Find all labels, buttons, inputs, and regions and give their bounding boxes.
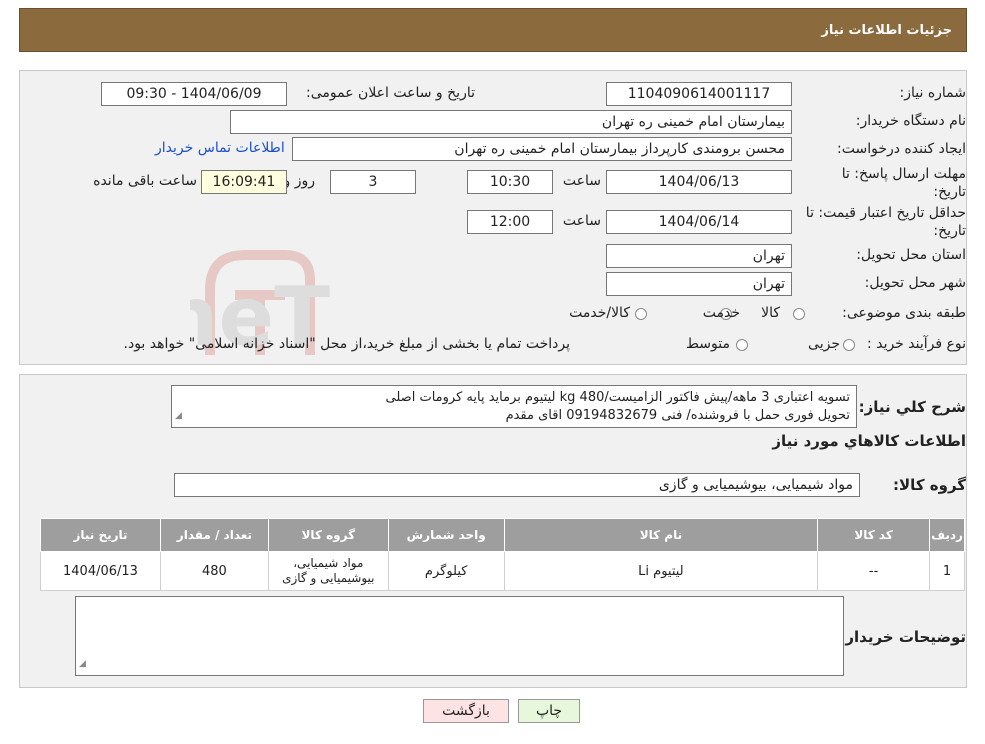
need-number-label: شماره نیاز: (899, 85, 967, 101)
table-header-row: ردیف کد کالا نام کالا واحد شمارش گروه کا… (40, 518, 965, 552)
announce-field: 1404/06/09 - 09:30 (101, 82, 287, 106)
buyer-contact-link[interactable]: اطلاعات تماس خریدار (155, 140, 285, 156)
cell-code: -- (817, 551, 931, 591)
cell-row-num: 1 (929, 551, 965, 591)
city-field: تهران (606, 272, 792, 296)
table-row: 1 -- لیتیوم Li کیلوگرم مواد شیمیایی، بیو… (40, 551, 965, 591)
goods-table: ردیف کد کالا نام کالا واحد شمارش گروه کا… (40, 518, 965, 591)
cell-qty: 480 (159, 551, 269, 591)
col-header-name: نام کالا (503, 518, 819, 552)
deadline-time-label: ساعت (562, 173, 601, 189)
province-label: استان محل تحویل: (856, 247, 966, 263)
process-radio-medium[interactable] (736, 339, 748, 351)
col-header-unit: واحد شمارش (387, 518, 505, 552)
goods-group-field: مواد شیمیایی، بیوشیمیایی و گازی (174, 473, 860, 497)
process-option-minor: جزیی (808, 336, 840, 352)
process-radio-minor[interactable] (843, 339, 855, 351)
back-button[interactable]: بازگشت (423, 699, 509, 723)
deadline-label-2: تاریخ: (933, 184, 966, 200)
category-radio-goods-service[interactable] (635, 308, 647, 320)
days-label: روز و (283, 173, 316, 189)
buyer-notes-label: توضیحات خریدار: (839, 628, 966, 646)
announce-label: تاریخ و ساعت اعلان عمومی: (306, 85, 475, 101)
deadline-label: مهلت ارسال پاسخ: تا (841, 166, 966, 182)
buyer-org-field: بیمارستان امام خمینی ره تهران (230, 110, 792, 134)
col-header-row-num: ردیف (929, 518, 965, 552)
category-option-goods: کالا (761, 305, 780, 321)
process-label: نوع فرآیند خرید : (867, 336, 966, 352)
province-field: تهران (606, 244, 792, 268)
print-button[interactable]: چاپ (518, 699, 580, 723)
col-header-date: تاریخ نیاز (40, 518, 161, 552)
creator-label: ایجاد کننده درخواست: (837, 141, 966, 157)
validity-time-field: 12:00 (467, 210, 553, 234)
cell-name: لیتیوم Li (503, 551, 819, 591)
creator-field: محسن برومندی کارپرداز بیمارستان امام خمی… (292, 137, 792, 161)
validity-label: حداقل تاریخ اعتبار قیمت: تا (805, 205, 966, 221)
col-header-code: کد کالا (817, 518, 931, 552)
validity-time-label: ساعت (562, 213, 601, 229)
validity-date-field: 1404/06/14 (606, 210, 792, 234)
validity-label-2: تاریخ: (933, 223, 966, 239)
description-line-2: تحویل فوری حمل با فروشنده/ فنی 091948326… (505, 408, 850, 423)
col-header-qty: تعداد / مقدار (159, 518, 269, 552)
cell-date: 1404/06/13 (40, 551, 161, 591)
cell-unit: کیلوگرم (387, 551, 505, 591)
city-label: شهر محل تحویل: (864, 275, 966, 291)
resize-grip-icon[interactable]: ◢ (175, 407, 182, 425)
page-title: جزئیات اطلاعات نیاز (821, 23, 952, 38)
remaining-label: ساعت باقی مانده (93, 173, 197, 189)
days-remaining-field: 3 (330, 170, 416, 194)
remaining-time-field: 16:09:41 (201, 170, 287, 194)
buyer-org-label: نام دستگاه خریدار: (855, 113, 966, 129)
cell-group: مواد شیمیایی، بیوشیمیایی و گازی (267, 551, 389, 591)
need-number-field: 1104090614001117 (606, 82, 792, 106)
description-textarea[interactable]: تسویه اعتباری 3 ماهه/پیش فاکتور الزامیست… (171, 385, 857, 428)
buyer-notes-textarea[interactable]: ◢ (75, 596, 844, 676)
category-option-goods-service: کالا/خدمت (569, 305, 630, 321)
category-radio-goods[interactable] (793, 308, 805, 320)
description-label: شرح کلي نياز: (858, 398, 966, 416)
deadline-date-field: 1404/06/13 (606, 170, 792, 194)
process-note: پرداخت تمام یا بخشی از مبلغ خرید،از محل … (123, 336, 570, 352)
goods-section-title: اطلاعات کالاهاي مورد نياز (772, 432, 966, 450)
deadline-time-field: 10:30 (467, 170, 553, 194)
process-option-medium: متوسط (686, 336, 730, 352)
page-header: جزئیات اطلاعات نیاز (19, 8, 967, 52)
category-option-service: خدمت (702, 305, 740, 321)
col-header-group: گروه کالا (267, 518, 389, 552)
description-line-1: تسویه اعتباری 3 ماهه/پیش فاکتور الزامیست… (385, 390, 850, 405)
resize-grip-icon[interactable]: ◢ (79, 655, 86, 673)
goods-group-label: گروه کالا: (893, 476, 966, 494)
category-label: طبقه بندی موضوعی: (842, 305, 966, 321)
